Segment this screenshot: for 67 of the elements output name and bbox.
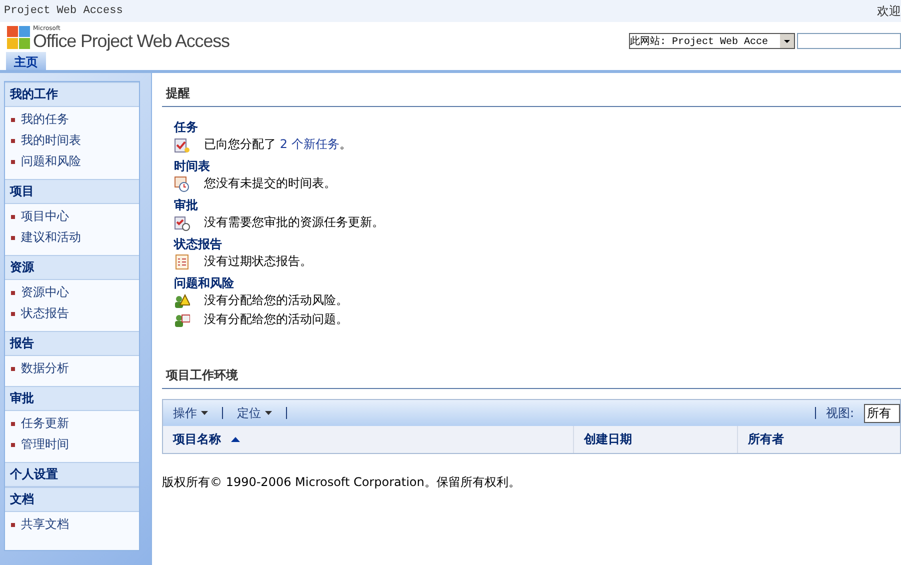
tab[interactable]: 主页 — [6, 52, 46, 70]
sidebar-heading[interactable]: 报告 — [5, 331, 139, 356]
sidebar-link[interactable]: 数据分析 — [21, 360, 69, 377]
reminder-heading[interactable]: 时间表 — [174, 158, 901, 174]
sidebar-heading[interactable]: 个人设置 — [5, 462, 139, 487]
sidebar-heading[interactable]: 文档 — [5, 487, 139, 512]
reminder-text: 没有需要您审批的资源任务更新。 — [204, 214, 384, 231]
bullet-icon — [11, 160, 15, 164]
new-tasks-link[interactable]: 2 个新任务 — [280, 137, 340, 151]
calendar-clock-icon — [174, 176, 190, 192]
reminder-text: 已向您分配了 2 个新任务。 — [204, 136, 352, 153]
sidebar-link[interactable]: 项目中心 — [21, 208, 69, 225]
caret-icon — [265, 411, 272, 415]
toolbar-menu[interactable]: 操作 — [169, 404, 212, 422]
view-dropdown[interactable]: 所有 — [864, 404, 900, 422]
office-logo-icon — [6, 25, 32, 51]
bullet-icon — [11, 312, 15, 316]
sort-up-icon — [231, 437, 240, 442]
bullet-icon — [11, 118, 15, 122]
bullet-icon — [11, 422, 15, 426]
section-title: 提醒 — [162, 81, 901, 107]
sidebar-link[interactable]: 我的任务 — [21, 111, 69, 128]
section-title: 项目工作环境 — [162, 363, 901, 389]
sidebar-link[interactable]: 状态报告 — [21, 305, 69, 322]
reminder-text: 您没有未提交的时间表。 — [204, 175, 336, 192]
view-label: 视图: — [826, 404, 854, 422]
sidebar-link[interactable]: 建议和活动 — [21, 229, 81, 246]
toolbar-menu[interactable]: 定位 — [233, 404, 276, 422]
reminder-heading[interactable]: 问题和风险 — [174, 275, 901, 291]
clipboard-check-icon — [174, 136, 190, 152]
copyright-text: 版权所有© 1990-2006 Microsoft Corporation。保留所有权利。 — [162, 474, 522, 491]
user-note-icon — [174, 312, 190, 328]
user-warning-icon — [174, 292, 190, 308]
sidebar-link[interactable]: 资源中心 — [21, 284, 69, 301]
sidebar-heading[interactable]: 我的工作 — [5, 82, 139, 107]
clipboard-clock-icon — [174, 214, 190, 230]
checklist-icon — [174, 254, 190, 270]
bullet-icon — [11, 366, 15, 370]
bullet-icon — [11, 214, 15, 218]
sidebar-heading[interactable]: 项目 — [5, 179, 139, 204]
column-header[interactable]: 创建日期 — [574, 426, 738, 453]
sidebar-heading[interactable]: 审批 — [5, 386, 139, 411]
reminder-text: 没有分配给您的活动问题。 — [204, 311, 348, 328]
bullet-icon — [11, 290, 15, 294]
sidebar-link[interactable]: 问题和风险 — [21, 153, 81, 170]
column-header[interactable]: 项目名称 — [163, 426, 574, 453]
column-header[interactable]: 所有者 — [738, 426, 900, 453]
sidebar-link[interactable]: 共享文档 — [21, 516, 69, 533]
welcome-text: 欢迎 — [877, 2, 901, 20]
bullet-icon — [11, 236, 15, 240]
reminder-heading[interactable]: 任务 — [174, 119, 901, 135]
sidebar-link[interactable]: 我的时间表 — [21, 132, 81, 149]
bullet-icon — [11, 442, 15, 446]
reminder-heading[interactable]: 审批 — [174, 197, 901, 213]
sidebar-link[interactable]: 任务更新 — [21, 415, 69, 432]
bullet-icon — [11, 522, 15, 526]
search-field[interactable] — [797, 33, 901, 49]
bullet-icon — [11, 138, 15, 142]
reminder-heading[interactable]: 状态报告 — [174, 236, 901, 252]
reminder-text: 没有分配给您的活动风险。 — [204, 292, 348, 309]
site-name: Project Web Access — [4, 5, 123, 17]
caret-icon — [201, 411, 208, 415]
logo-title: Office Project Web Access — [33, 32, 230, 50]
scope-dropdown[interactable]: 此网站: Project Web Acce — [629, 33, 795, 49]
sidebar-link[interactable]: 管理时间 — [21, 436, 69, 453]
sidebar-heading[interactable]: 资源 — [5, 255, 139, 280]
reminder-text: 没有过期状态报告。 — [204, 253, 312, 270]
